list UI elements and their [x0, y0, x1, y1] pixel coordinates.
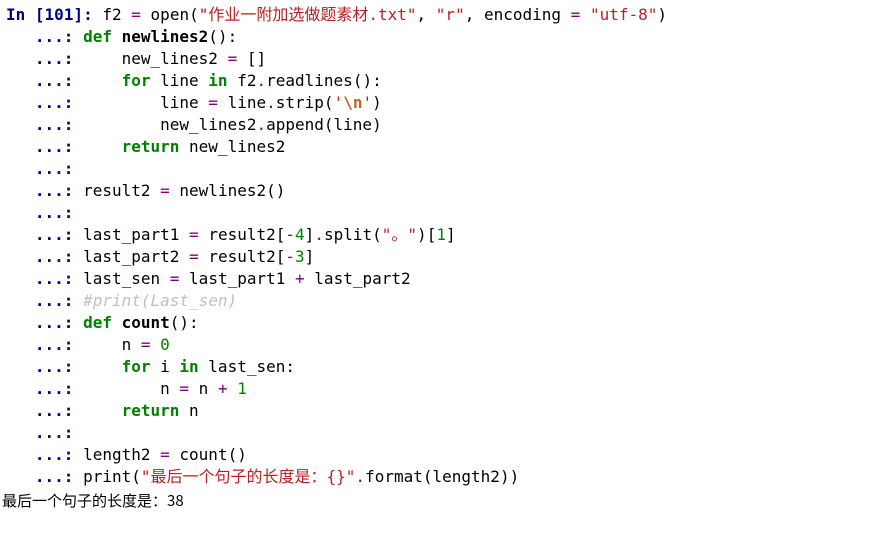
code-block[interactable]: In [101]: f2 = open("作业一附加选做题素材.txt", "r… — [6, 4, 882, 488]
continuation-prompt: ...: — [6, 27, 83, 46]
ipython-cell: In [101]: f2 = open("作业一附加选做题素材.txt", "r… — [0, 0, 888, 490]
in-prompt: In [101]: — [6, 5, 102, 24]
comment: #print(Last_sen) — [83, 291, 237, 310]
stdout-output: 最后一个句子的长度是：38 — [0, 490, 888, 516]
